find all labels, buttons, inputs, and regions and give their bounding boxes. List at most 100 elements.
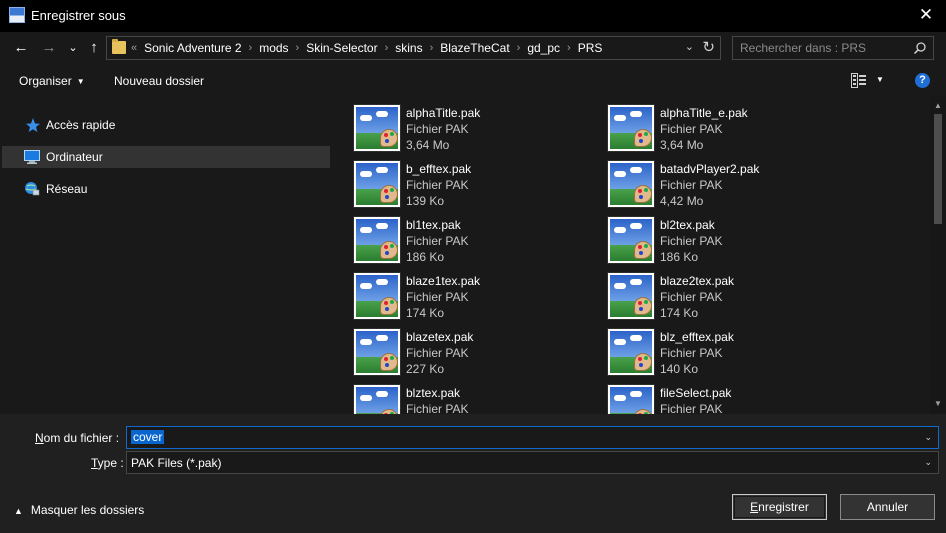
breadcrumb-overflow[interactable]: « [131,42,137,54]
breadcrumb-item[interactable]: Sonic Adventure 2 [144,41,241,55]
help-icon[interactable]: ? [915,73,930,88]
sidebar-item-label: Réseau [46,182,88,196]
back-button[interactable]: ← [10,37,32,59]
file-item[interactable]: batadvPlayer2.pak Fichier PAK 4,42 Mo [587,152,827,208]
breadcrumb-separator[interactable]: › [567,42,571,54]
pak-file-icon [607,384,655,414]
navigation-pane: Accès rapide Ordinateur Réseau [0,96,333,414]
file-size: 3,64 Mo [406,138,450,152]
sidebar-item-network[interactable]: Réseau [2,178,330,200]
file-type: Fichier PAK [660,290,723,304]
chevron-down-icon[interactable]: ⌄ [924,432,932,443]
file-list: alphaTitle.pak Fichier PAK 3,64 Mo alphaTit… [333,96,930,414]
breadcrumb-item[interactable]: gd_pc [527,41,560,55]
folder-icon [112,39,126,54]
file-item[interactable]: blz_efftex.pak Fichier PAK 140 Ko [587,320,827,376]
file-type: Fichier PAK [406,290,469,304]
new-folder-button[interactable]: Nouveau dossier [114,74,204,88]
breadcrumb-item[interactable]: BlazeTheCat [440,41,509,55]
file-type: Fichier PAK [406,122,469,136]
file-name: fileSelect.pak [660,386,732,400]
pak-file-icon [607,328,655,376]
file-size: 174 Ko [660,306,699,320]
file-size: 139 Ko [406,194,445,208]
file-type-select[interactable]: PAK Files (*.pak) ⌄ [126,451,939,474]
filename-value: cover [131,430,165,444]
navigation-bar: ← → ⌄ ↑ « Sonic Adventure 2 › mods › Ski… [0,32,946,64]
breadcrumb-separator[interactable]: › [385,42,389,54]
file-item[interactable]: blaze2tex.pak Fichier PAK 174 Ko [587,264,827,320]
file-item[interactable]: bl2tex.pak Fichier PAK 186 Ko [587,208,827,264]
refresh-button[interactable]: ↻ [702,38,715,56]
breadcrumb-separator[interactable]: › [430,42,434,54]
network-icon [25,182,40,196]
save-button[interactable]: Enregistrer [732,494,827,520]
search-input[interactable]: Rechercher dans : PRS [732,36,934,60]
breadcrumb-separator[interactable]: › [296,42,300,54]
command-bar: Organiser ▼ Nouveau dossier ▼ ? [0,64,946,96]
scroll-thumb[interactable] [934,114,942,224]
pak-file-icon [353,384,401,414]
pak-file-icon [607,272,655,320]
file-item[interactable]: blaze1tex.pak Fichier PAK 174 Ko [333,264,573,320]
breadcrumb-item[interactable]: Skin-Selector [306,41,377,55]
filename-field[interactable]: cover ⌄ [126,426,939,449]
sidebar-item-label: Ordinateur [46,150,103,164]
file-type: Fichier PAK [660,178,723,192]
search-icon[interactable] [913,41,927,55]
cancel-button[interactable]: Annuler [840,494,935,520]
scroll-down-button[interactable]: ▼ [930,396,946,412]
sidebar-item-label: Accès rapide [46,118,116,132]
sidebar-item-computer[interactable]: Ordinateur [2,146,330,168]
breadcrumb-item[interactable]: mods [259,41,288,55]
file-item[interactable]: alphaTitle_e.pak Fichier PAK 3,64 Mo [587,96,827,152]
file-list-scrollbar[interactable]: ▲ ▼ [930,96,946,414]
file-item[interactable]: bl1tex.pak Fichier PAK 186 Ko [333,208,573,264]
file-name: bl1tex.pak [406,218,461,232]
breadcrumb-item[interactable]: PRS [578,41,603,55]
address-history-button[interactable]: ⌄ [685,40,694,53]
filename-label: Nom du fichier : [35,431,120,445]
pak-file-icon [607,216,655,264]
organize-button[interactable]: Organiser ▼ [19,74,85,88]
file-size: 174 Ko [406,306,445,320]
file-name: batadvPlayer2.pak [660,162,760,176]
view-options-chevron-icon[interactable]: ▼ [876,75,884,84]
file-type: Fichier PAK [660,402,723,414]
close-button[interactable]: ✕ [915,4,937,26]
file-item[interactable]: blztex.pak Fichier PAK [333,376,573,414]
file-type: Fichier PAK [660,234,723,248]
hide-folders-button[interactable]: ▲ Masquer les dossiers [14,503,144,517]
pak-file-icon [353,160,401,208]
app-icon [9,7,25,23]
file-item[interactable]: alphaTitle.pak Fichier PAK 3,64 Mo [333,96,573,152]
file-item[interactable]: b_efftex.pak Fichier PAK 139 Ko [333,152,573,208]
file-type: Fichier PAK [660,122,723,136]
breadcrumb-item[interactable]: skins [395,41,422,55]
type-label: Type : [91,456,124,470]
file-type: Fichier PAK [406,346,469,360]
recent-locations-button[interactable]: ⌄ [66,37,80,59]
file-name: alphaTitle.pak [406,106,481,120]
search-placeholder: Rechercher dans : PRS [740,41,867,55]
file-size: 140 Ko [660,362,699,376]
file-name: blaze1tex.pak [406,274,481,288]
view-options-icon[interactable] [851,73,867,88]
file-name: blztex.pak [406,386,461,400]
file-size: 3,64 Mo [660,138,704,152]
scroll-up-button[interactable]: ▲ [930,98,946,114]
organize-label: Organiser [19,74,72,88]
breadcrumb-separator[interactable]: › [517,42,521,54]
up-button[interactable]: ↑ [84,37,104,59]
sidebar-item-quick-access[interactable]: Accès rapide [2,114,330,136]
window-title: Enregistrer sous [31,8,126,23]
forward-button[interactable]: → [38,37,60,59]
breadcrumb-separator[interactable]: › [249,42,253,54]
address-bar[interactable]: « Sonic Adventure 2 › mods › Skin-Select… [106,36,721,60]
title-bar: Enregistrer sous ✕ [0,0,946,32]
file-item[interactable]: fileSelect.pak Fichier PAK [587,376,827,414]
file-type: Fichier PAK [660,346,723,360]
file-size: 227 Ko [406,362,445,376]
computer-icon [24,150,40,164]
file-item[interactable]: blazetex.pak Fichier PAK 227 Ko [333,320,573,376]
